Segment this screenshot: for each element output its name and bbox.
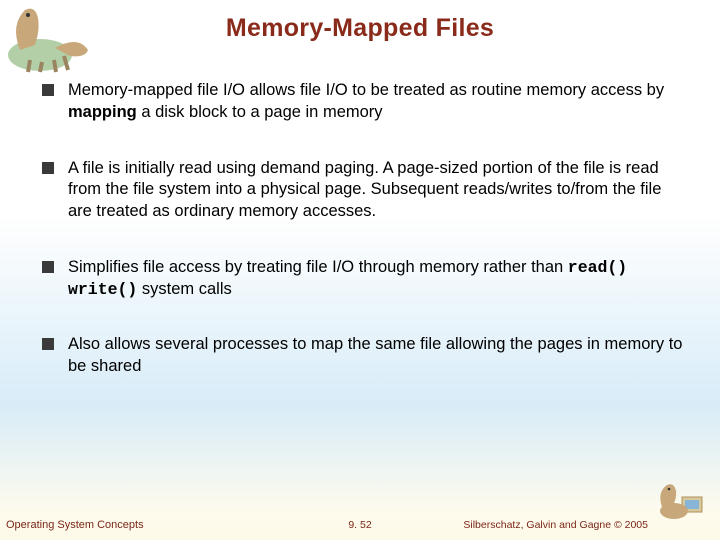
bullet-item: Also allows several processes to map the… [42,334,688,378]
bullet-item: Memory-mapped file I/O allows file I/O t… [42,80,688,124]
footer-left-text: Operating System Concepts [6,519,144,531]
bullet-item: A file is initially read using demand pa… [42,158,688,223]
footer-page-number: 9. 52 [348,519,371,531]
bullet-item: Simplifies file access by treating file … [42,257,688,301]
slide-title: Memory-Mapped Files [0,0,720,43]
bullet-text: Memory-mapped file I/O allows file I/O t… [68,80,688,124]
bullet-text: A file is initially read using demand pa… [68,158,688,223]
slide-footer: Operating System Concepts 9. 52 Silbersc… [0,516,720,534]
bullet-square-icon [42,162,54,174]
footer-copyright: Silberschatz, Galvin and Gagne © 2005 [463,519,648,531]
dinosaur-illustration-top-left [0,0,95,75]
bullet-square-icon [42,84,54,96]
bullet-text: Also allows several processes to map the… [68,334,688,378]
bullet-text: Simplifies file access by treating file … [68,257,688,301]
bullet-square-icon [42,338,54,350]
bullet-square-icon [42,261,54,273]
slide-content: Memory-mapped file I/O allows file I/O t… [42,80,688,412]
